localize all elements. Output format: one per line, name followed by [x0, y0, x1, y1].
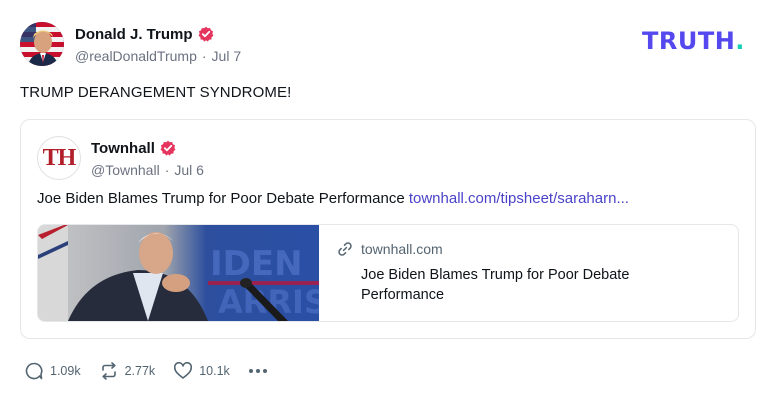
author-avatar[interactable] [20, 22, 64, 66]
separator-dot: · [201, 48, 207, 64]
flag-portrait-avatar-icon [20, 22, 64, 66]
quoted-subline: @Townhall · Jul 6 [91, 162, 204, 178]
author-meta: Donald J. Trump @realDonaldTrump · Jul 7 [75, 24, 241, 65]
action-bar: 1.09k 2.77k 10.1k [24, 360, 269, 382]
retruth-button[interactable]: 2.77k [99, 361, 156, 381]
link-domain: townhall.com [361, 241, 443, 257]
truth-logo[interactable]: TRUTH. [642, 27, 745, 55]
name-row: Donald J. Trump [75, 24, 241, 44]
verified-badge-icon [160, 140, 176, 156]
quoted-author-name[interactable]: Townhall [91, 140, 155, 157]
post-text: TRUMP DERANGEMENT SYNDROME! [20, 84, 292, 101]
reply-count: 1.09k [50, 364, 81, 378]
more-button[interactable] [248, 361, 269, 381]
post-header: Donald J. Trump @realDonaldTrump · Jul 7 [20, 22, 241, 66]
quoted-header: TH Townhall @Townhall · Jul 6 [37, 136, 204, 180]
biden-speaking-photo: IDEN ARRIS [38, 225, 319, 321]
quoted-text-body: Joe Biden Blames Trump for Poor Debate P… [37, 190, 409, 207]
svg-text:IDEN: IDEN [210, 244, 303, 284]
link-title[interactable]: Joe Biden Blames Trump for Poor Debate P… [361, 265, 681, 305]
more-icon-dot [256, 369, 261, 373]
heart-icon [174, 361, 193, 379]
quoted-name-row: Townhall [91, 138, 204, 158]
more-icon-dot [263, 369, 268, 373]
quoted-post[interactable]: TH Townhall @Townhall · Jul 6 Joe Biden … [20, 119, 756, 339]
verified-badge-icon [198, 26, 214, 42]
reply-icon [25, 362, 43, 380]
quoted-avatar[interactable]: TH [37, 136, 81, 180]
like-count: 10.1k [199, 364, 230, 378]
author-handle[interactable]: @realDonaldTrump [75, 48, 197, 64]
quoted-date[interactable]: Jul 6 [174, 162, 204, 178]
quoted-handle[interactable]: @Townhall [91, 162, 160, 178]
author-subline: @realDonaldTrump · Jul 7 [75, 48, 241, 64]
more-icon [249, 369, 254, 373]
reply-button[interactable]: 1.09k [24, 361, 81, 381]
link-domain-row: townhall.com [337, 241, 681, 257]
author-name[interactable]: Donald J. Trump [75, 26, 193, 43]
link-preview-card[interactable]: IDEN ARRIS [37, 224, 739, 322]
retruth-icon [101, 362, 116, 380]
truth-post: Donald J. Trump @realDonaldTrump · Jul 7… [0, 0, 777, 401]
separator-dot: · [164, 162, 170, 178]
link-card-body: townhall.com Joe Biden Blames Trump for … [319, 225, 681, 321]
truth-logo-dot: . [735, 27, 745, 55]
townhall-logo: TH [42, 144, 77, 171]
link-icon [338, 242, 352, 256]
quoted-link[interactable]: townhall.com/tipsheet/saraharn... [409, 190, 629, 207]
quoted-meta: Townhall @Townhall · Jul 6 [91, 138, 204, 179]
retruth-count: 2.77k [124, 364, 156, 378]
post-date[interactable]: Jul 7 [212, 48, 242, 64]
like-button[interactable]: 10.1k [173, 361, 230, 381]
truth-logo-text: TRUTH [642, 27, 736, 55]
quoted-text: Joe Biden Blames Trump for Poor Debate P… [37, 190, 629, 207]
